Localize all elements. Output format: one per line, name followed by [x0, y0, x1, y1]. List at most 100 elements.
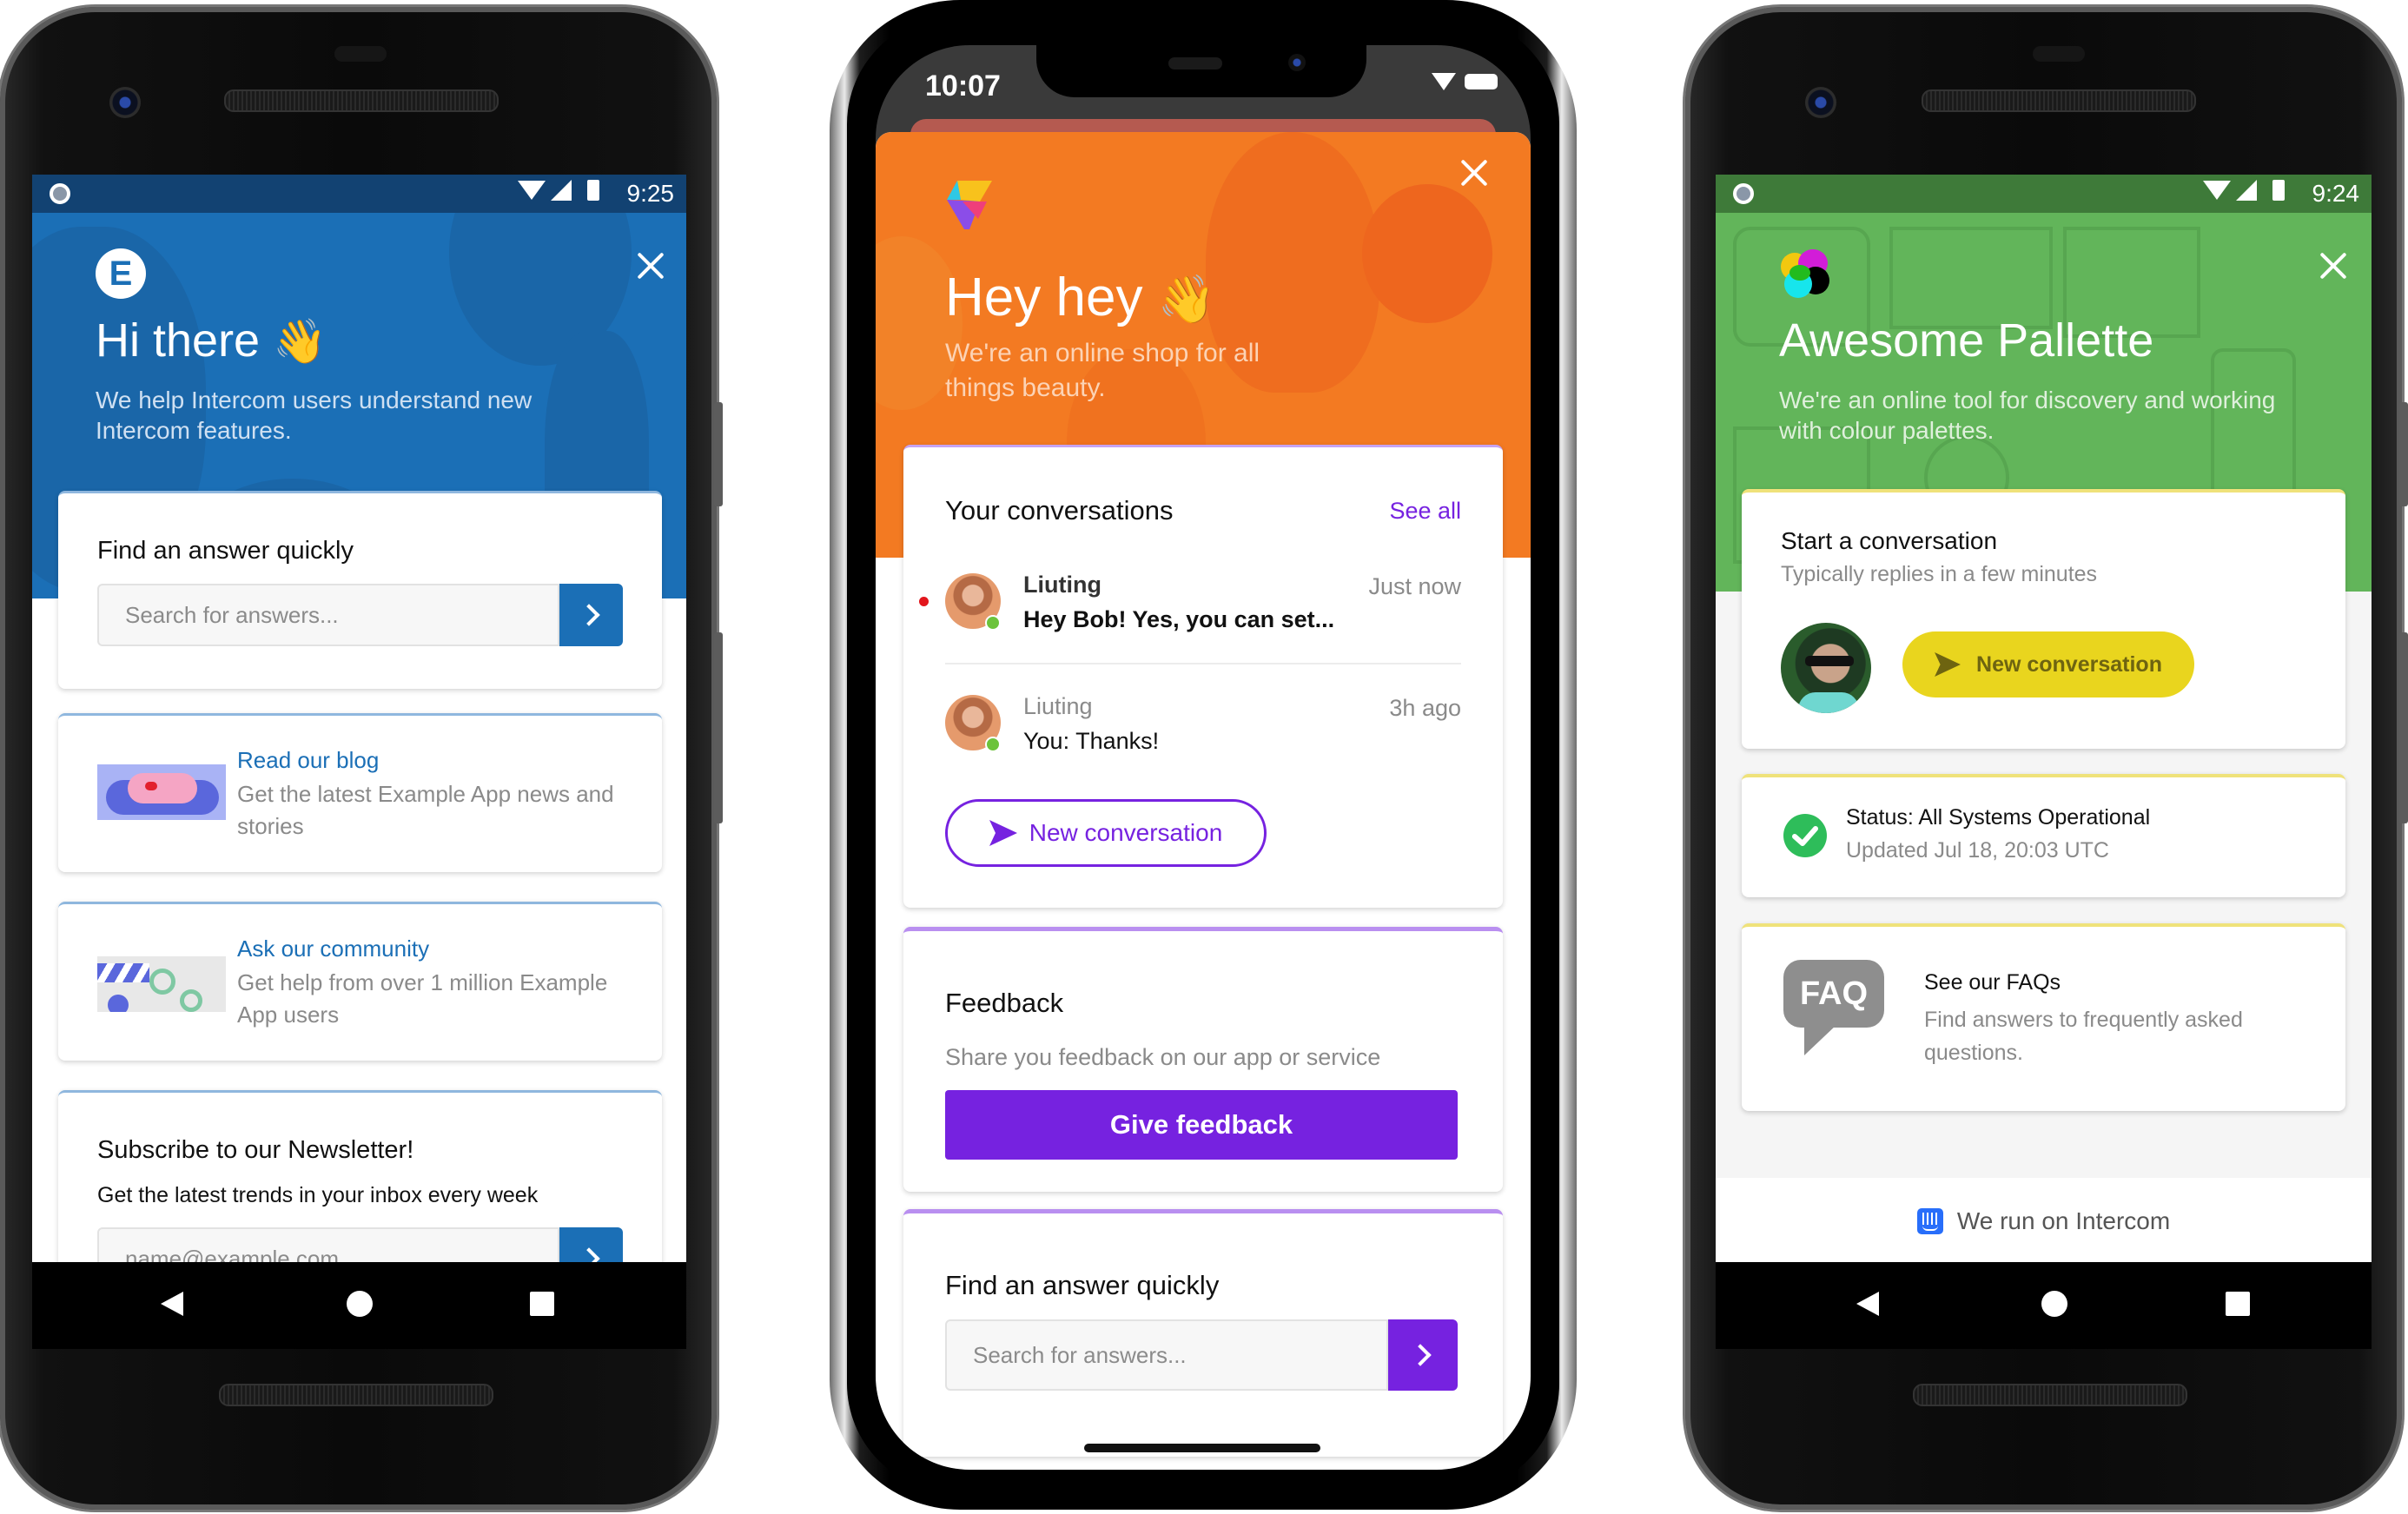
header-subtitle: We help Intercom users understand new In… — [96, 387, 533, 444]
brand-logo — [945, 175, 997, 233]
avatar — [945, 573, 1001, 631]
conversation-preview: You: Thanks! — [1023, 728, 1160, 754]
search-card-title: Find an answer quickly — [97, 537, 354, 565]
header-title: Awesome Pallette — [1779, 314, 2154, 367]
android-nav-bar — [1716, 1262, 2372, 1349]
brand-logo — [1781, 249, 1833, 301]
wifi-icon — [1432, 73, 1456, 90]
community-illustration — [97, 956, 226, 1012]
newsletter-title: Subscribe to our Newsletter! — [97, 1136, 414, 1164]
see-all-link[interactable]: See all — [1389, 498, 1461, 525]
earpiece — [2033, 46, 2085, 62]
give-feedback-button[interactable]: Give feedback — [945, 1090, 1458, 1160]
conversation-item[interactable]: Liuting Just now Hey Bob! Yes, you can s… — [903, 556, 1503, 660]
new-conversation-button[interactable]: New conversation — [1902, 631, 2194, 697]
back-icon[interactable] — [161, 1292, 183, 1316]
bottom-speaker-grille — [219, 1384, 493, 1406]
battery-icon — [587, 180, 599, 201]
community-description: Get help from over 1 million Example App… — [237, 969, 608, 1028]
home-icon[interactable] — [347, 1291, 373, 1317]
blog-title[interactable]: Read our blog — [237, 747, 379, 774]
power-button — [714, 632, 723, 823]
status-time: 9:24 — [2312, 180, 2360, 207]
status-card[interactable]: Status: All Systems Operational Updated … — [1742, 774, 2345, 897]
speaker-grille — [1922, 89, 2196, 112]
newsletter-description: Get the latest trends in your inbox ever… — [97, 1183, 539, 1207]
new-conversation-button[interactable]: New conversation — [945, 799, 1267, 867]
community-title[interactable]: Ask our community — [237, 936, 429, 962]
send-icon — [989, 820, 1017, 846]
android-nav-bar — [32, 1262, 686, 1349]
battery-icon — [1465, 74, 1498, 89]
feedback-card: Feedback Share you feedback on our app o… — [903, 927, 1503, 1192]
chevron-right-icon — [577, 604, 600, 626]
intercom-footer[interactable]: We run on Intercom — [1716, 1178, 2372, 1262]
subscribe-button[interactable] — [559, 1227, 623, 1262]
conversations-title: Your conversations — [945, 495, 1174, 526]
messenger-sheet: Hey hey 👋 We're an online shop for all t… — [876, 132, 1531, 1470]
search-card-title: Find an answer quickly — [945, 1270, 1220, 1300]
search-card: Find an answer quickly Search for answer… — [903, 1209, 1503, 1457]
status-bar: 9:24 — [1716, 175, 2372, 213]
chevron-right-icon — [577, 1247, 600, 1262]
close-icon[interactable] — [2319, 251, 2348, 281]
faq-icon: FAQ — [1783, 960, 1886, 1062]
back-icon[interactable] — [1856, 1292, 1879, 1316]
middle-phone-frame: 10:07 Hey hey 👋 We're an online shop for… — [830, 0, 1577, 1510]
blog-illustration — [97, 764, 226, 820]
earpiece — [334, 46, 387, 62]
right-phone-frame: 9:24 Awesome Pallette We're an online to… — [1685, 7, 2408, 1510]
wifi-icon — [518, 181, 546, 200]
speaker-grille — [224, 89, 499, 112]
header-title: Hey hey 👋 — [945, 268, 1216, 327]
power-button — [2399, 632, 2408, 823]
battery-icon — [2272, 180, 2285, 201]
start-conversation-title: Start a conversation — [1781, 527, 1998, 554]
search-submit-button[interactable] — [1388, 1319, 1458, 1391]
right-screen: 9:24 Awesome Pallette We're an online to… — [1716, 175, 2372, 1262]
header-title: Hi there 👋 — [96, 314, 327, 367]
avatar — [945, 695, 1001, 752]
search-input[interactable]: Search for answers... — [97, 584, 559, 646]
status-bar: 9:25 — [32, 175, 686, 213]
start-conversation-card: Start a conversation Typically replies i… — [1742, 489, 2345, 749]
home-indicator — [1084, 1444, 1320, 1452]
search-input[interactable]: Search for answers... — [945, 1319, 1388, 1391]
feedback-title: Feedback — [945, 988, 1064, 1018]
status-time: 10:07 — [925, 69, 1001, 102]
status-updated: Updated Jul 18, 20:03 UTC — [1846, 838, 2109, 863]
volume-button — [714, 402, 723, 506]
blog-card[interactable]: Read our blog Get the latest Example App… — [58, 713, 662, 872]
newsletter-card: Subscribe to our Newsletter! Get the lat… — [58, 1090, 662, 1262]
header-subtitle: We're an online shop for all things beau… — [945, 339, 1260, 402]
faq-card[interactable]: FAQ See our FAQs Find answers to frequen… — [1742, 923, 2345, 1111]
conversation-item[interactable]: Liuting 3h ago You: Thanks! — [903, 678, 1503, 773]
recent-apps-icon[interactable] — [530, 1292, 554, 1316]
search-card: Find an answer quickly Search for answer… — [58, 491, 662, 689]
feedback-description: Share you feedback on our app or service — [945, 1044, 1381, 1070]
left-screen: 9:25 E Hi there 👋 We help Intercom users… — [32, 175, 686, 1262]
bottom-speaker-grille — [1913, 1384, 2187, 1406]
status-title: Status: All Systems Operational — [1846, 805, 2151, 830]
recent-apps-icon[interactable] — [2226, 1292, 2250, 1316]
search-submit-button[interactable] — [559, 584, 623, 646]
conversation-time: Just now — [1368, 573, 1461, 599]
close-icon[interactable] — [636, 251, 665, 281]
blog-description: Get the latest Example App news and stor… — [237, 781, 614, 839]
chevron-right-icon — [1409, 1344, 1432, 1366]
notification-dot-icon — [50, 183, 70, 204]
volume-button — [2399, 402, 2408, 506]
close-icon[interactable] — [1459, 158, 1489, 188]
community-card[interactable]: Ask our community Get help from over 1 m… — [58, 902, 662, 1061]
left-phone-frame: 9:25 E Hi there 👋 We help Intercom users… — [0, 7, 723, 1510]
check-circle-icon — [1783, 814, 1827, 857]
front-camera — [1805, 87, 1836, 118]
home-icon[interactable] — [2041, 1291, 2067, 1317]
footer-label: We run on Intercom — [1956, 1207, 2171, 1234]
wifi-icon — [2203, 181, 2231, 200]
online-indicator — [985, 615, 1001, 631]
email-input[interactable]: name@example.com — [97, 1227, 559, 1262]
status-icons — [1432, 73, 1498, 90]
status-time: 9:25 — [626, 180, 675, 207]
intercom-logo-icon — [1916, 1208, 1943, 1234]
